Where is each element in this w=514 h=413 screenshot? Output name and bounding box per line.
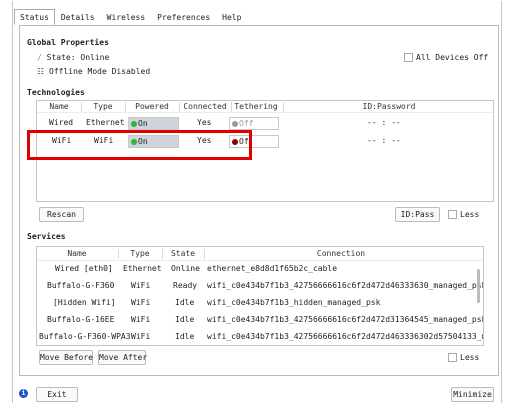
service-connection: wifi_c0e434b7f1b3_42756666616c6f2d472d46…	[207, 332, 483, 341]
network-icon: ☷	[37, 67, 45, 76]
tech-name: Wired	[49, 118, 74, 127]
technologies-heading: Technologies	[27, 88, 85, 97]
service-row[interactable]: Buffalo-G-F360 WiFi Ready wifi_c0e434b7f…	[37, 280, 483, 294]
service-connection: ethernet_e8d8d1f65b2c_cable	[207, 264, 338, 273]
exit-button[interactable]: Exit	[36, 387, 78, 402]
menu-bar: Status Details Wireless Preferences Help	[14, 9, 247, 25]
service-type: WiFi	[131, 281, 151, 290]
col-powered: Powered	[135, 102, 169, 111]
minimize-button[interactable]: Minimize	[451, 387, 494, 402]
services-less-checkbox[interactable]	[448, 353, 457, 362]
service-type: WiFi	[131, 315, 151, 324]
service-row[interactable]: Buffalo-G-F360-WPA3 WiFi Idle wifi_c0e43…	[37, 331, 483, 345]
powered-toggle[interactable]: On	[128, 117, 179, 130]
services-table[interactable]: Name Type State Connection Wired [eth0] …	[36, 246, 484, 346]
all-devices-off-label: All Devices Off	[416, 53, 489, 62]
tech-id-password: -- : --	[367, 118, 401, 127]
service-type: Ethernet	[123, 264, 162, 273]
col-type: Type	[93, 102, 113, 111]
menu-help[interactable]: Help	[216, 9, 247, 25]
technologies-less-checkbox[interactable]	[448, 210, 457, 219]
state-label: State: Online	[46, 53, 110, 62]
offline-mode-label: Offline Mode Disabled	[49, 67, 151, 76]
offline-mode-row: ☷ Offline Mode Disabled	[37, 67, 150, 76]
tethering-off-icon	[232, 121, 238, 127]
info-icon[interactable]: i	[19, 389, 28, 398]
service-connection: wifi_c0e434b7f1b3_42756666616c6f2d472d31…	[207, 315, 484, 324]
pencil-icon: ∕	[37, 53, 42, 62]
col-id-password: ID:Password	[362, 102, 416, 111]
tech-id-password: -- : --	[367, 136, 401, 145]
service-connection: wifi_c0e434b7f1b3_hidden_managed_psk	[207, 298, 381, 307]
id-pass-button[interactable]: ID:Pass	[395, 207, 440, 222]
services-less-label: Less	[460, 353, 480, 362]
service-connection: wifi_c0e434b7f1b3_42756666616c6f2d472d46…	[207, 281, 484, 290]
services-scrollbar[interactable]	[477, 269, 480, 303]
powered-on-icon	[131, 121, 137, 127]
col-tethering: Tethering	[234, 102, 278, 111]
service-state: Online	[171, 264, 200, 273]
col-name: Name	[49, 102, 69, 111]
highlight-box	[27, 130, 252, 160]
service-type: WiFi	[131, 298, 151, 307]
tech-connected: Yes	[197, 118, 212, 127]
state-row: ∕ State: Online	[37, 53, 109, 62]
service-type: WiFi	[131, 332, 151, 341]
service-name: Wired [eth0]	[55, 264, 113, 273]
col-service-name: Name	[67, 249, 87, 258]
all-devices-off-checkbox[interactable]	[404, 53, 413, 62]
global-properties-heading: Global Properties	[27, 38, 109, 47]
col-connected: Connected	[183, 102, 227, 111]
service-state: Idle	[175, 332, 195, 341]
service-row[interactable]: Buffalo-G-16EE WiFi Idle wifi_c0e434b7f1…	[37, 314, 483, 328]
service-row[interactable]: Wired [eth0] Ethernet Online ethernet_e8…	[37, 263, 483, 277]
tech-type: Ethernet	[86, 118, 125, 127]
service-name: [Hidden Wifi]	[53, 298, 116, 307]
service-name: Buffalo-G-F360	[47, 281, 115, 290]
menu-wireless[interactable]: Wireless	[101, 9, 152, 25]
menu-status[interactable]: Status	[14, 9, 55, 25]
technologies-less-label: Less	[460, 210, 480, 219]
service-row[interactable]: [Hidden Wifi] WiFi Idle wifi_c0e434b7f1b…	[37, 297, 483, 311]
service-state: Ready	[173, 281, 198, 290]
col-service-type: Type	[130, 249, 150, 258]
col-service-connection: Connection	[316, 249, 366, 258]
move-after-button[interactable]: Move After	[98, 350, 147, 365]
technology-row[interactable]: Wired Ethernet On Yes Off -- : --	[37, 117, 493, 131]
move-before-button[interactable]: Move Before	[39, 350, 93, 365]
menu-preferences[interactable]: Preferences	[151, 9, 216, 25]
col-service-state: State	[170, 249, 196, 258]
service-state: Idle	[175, 298, 195, 307]
tethering-toggle[interactable]: Off	[229, 117, 279, 130]
menu-details[interactable]: Details	[55, 9, 101, 25]
service-name: Buffalo-G-16EE	[47, 315, 115, 324]
service-name: Buffalo-G-F360-WPA3	[39, 332, 131, 341]
rescan-button[interactable]: Rescan	[39, 207, 84, 222]
service-state: Idle	[175, 315, 195, 324]
services-header: Name Type State Connection	[37, 247, 483, 261]
technologies-header: Name Type Powered Connected Tethering ID…	[37, 101, 493, 113]
services-heading: Services	[27, 232, 66, 241]
